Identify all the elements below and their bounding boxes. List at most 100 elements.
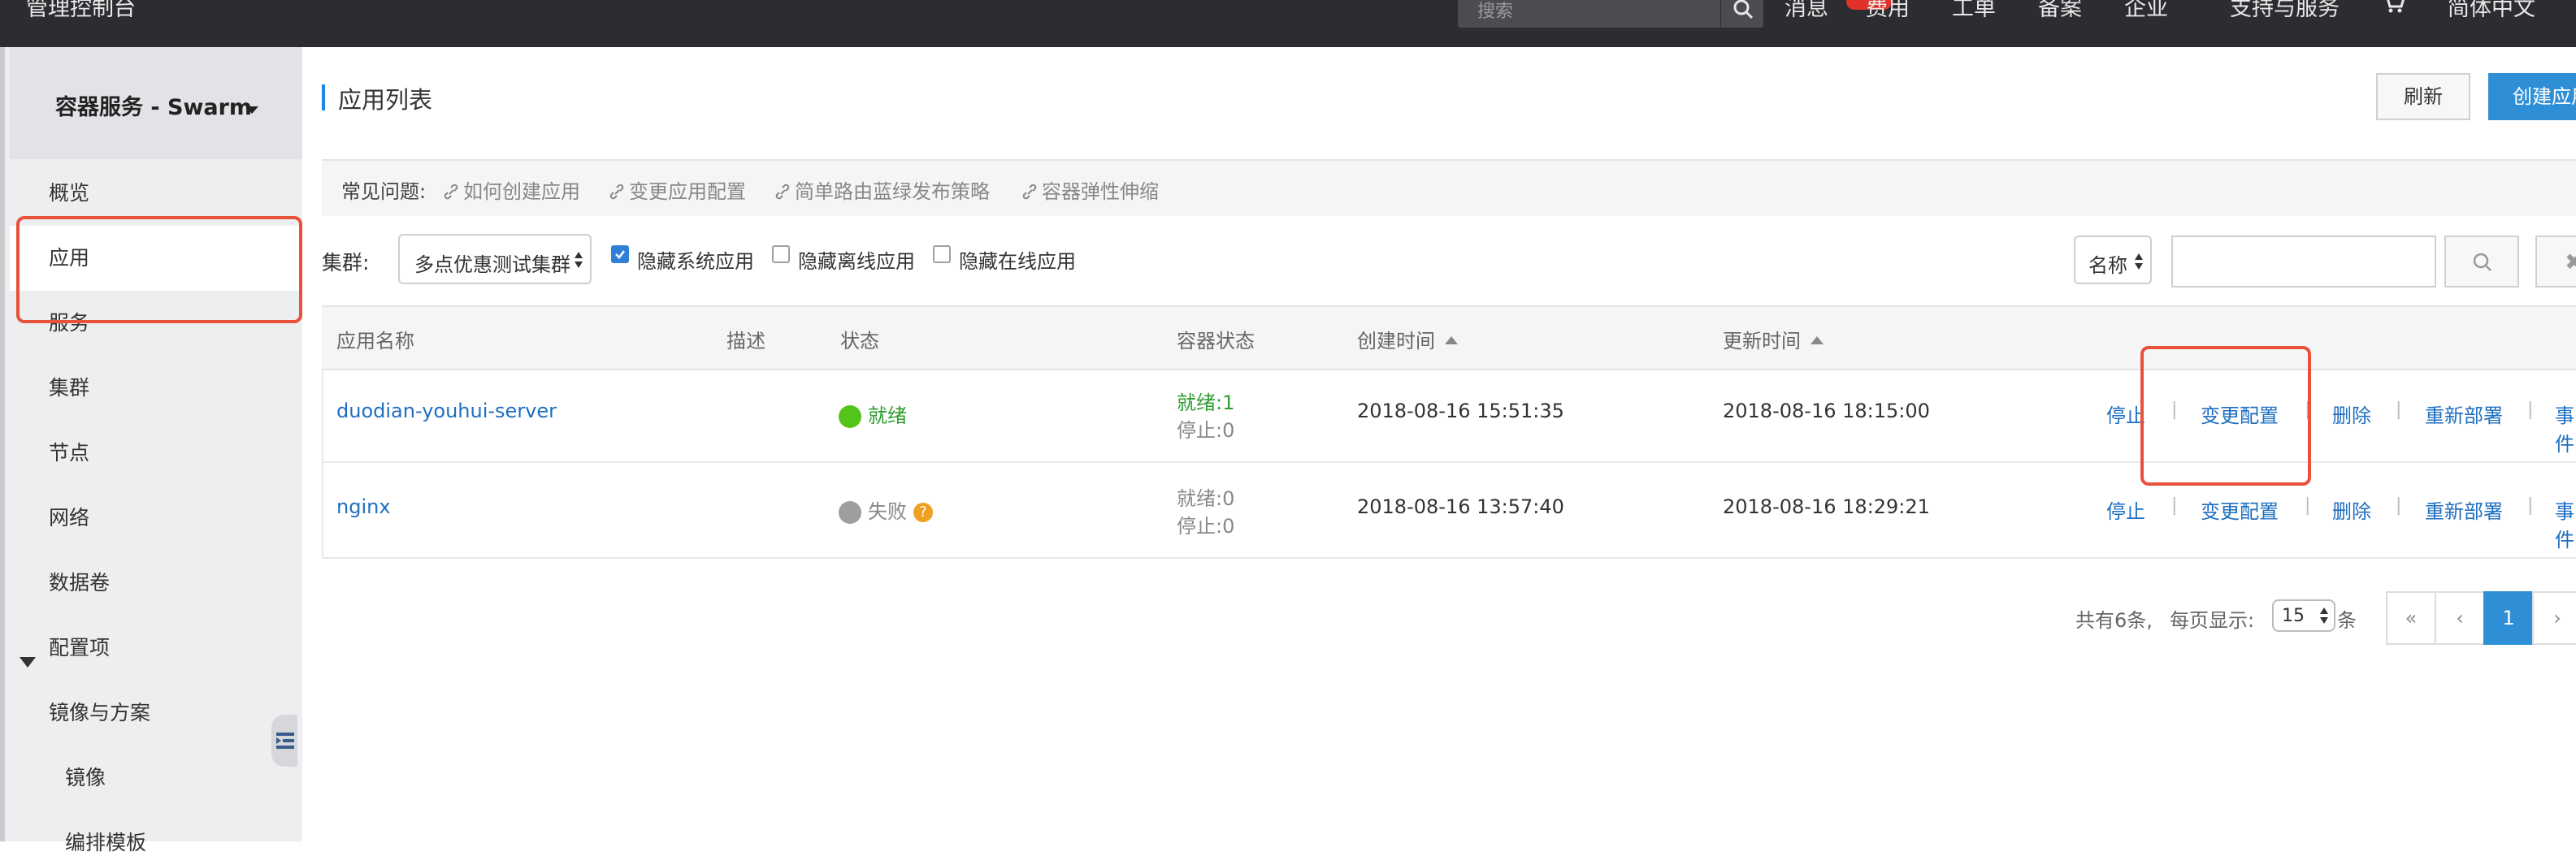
sidebar-group-images[interactable]: 镜像与方案	[49, 697, 150, 726]
sidebar-item-clusters[interactable]: 集群	[49, 372, 89, 401]
pagination-page-1[interactable]: 1	[2483, 591, 2534, 645]
action-separator: |	[2396, 495, 2402, 516]
action-redeploy[interactable]: 重新部署	[2425, 495, 2503, 524]
checkbox-hide-system-apps[interactable]	[611, 245, 629, 263]
sidebar: 容器服务 - Swarm	[0, 47, 302, 841]
close-icon: ✖	[2565, 249, 2576, 275]
checkbox-label-hide-offline[interactable]: 隐藏离线应用	[798, 245, 915, 274]
action-separator: |	[2171, 495, 2178, 516]
cart-icon[interactable]	[2381, 0, 2405, 18]
status-text: 就绪	[868, 404, 907, 427]
action-stop[interactable]: 停止	[2106, 400, 2145, 428]
pagination-first-button[interactable]: «	[2386, 591, 2436, 645]
create-application-button[interactable]: 创建应用	[2488, 73, 2576, 120]
select-arrows-icon	[2320, 607, 2328, 624]
link-icon	[1022, 184, 1037, 200]
pagination-next-button[interactable]: ›	[2532, 591, 2576, 645]
highlight-box-change-config	[2140, 346, 2311, 486]
column-header-created[interactable]: 创建时间	[1357, 325, 1458, 353]
nav-messages[interactable]: 消息	[1785, 0, 1828, 22]
highlight-box-applications	[16, 216, 302, 323]
column-header-updated[interactable]: 更新时间	[1723, 325, 1824, 353]
action-events[interactable]: 事件	[2555, 495, 2576, 552]
status-failed: 失败?	[839, 495, 933, 524]
faq-link-create-app[interactable]: 如何创建应用	[444, 175, 580, 204]
column-header-description: 描述	[726, 330, 765, 352]
pagination-prev-button[interactable]: ‹	[2435, 591, 2485, 645]
faq-link-blue-green[interactable]: 简单路由蓝绿发布策略	[775, 175, 990, 204]
app-name-link[interactable]: nginx	[336, 495, 391, 518]
faq-link-text: 变更应用配置	[629, 180, 746, 203]
sidebar-item-networks[interactable]: 网络	[49, 502, 89, 531]
refresh-button[interactable]: 刷新	[2376, 73, 2470, 120]
created-time: 2018-08-16 13:57:40	[1357, 495, 1564, 518]
column-header-created-label: 创建时间	[1357, 330, 1435, 352]
nav-billing[interactable]: 费用	[1866, 0, 1910, 22]
nav-icp-filing[interactable]: 备案	[2038, 0, 2082, 22]
app-search-button[interactable]	[2444, 236, 2519, 287]
faq-link-text: 简单路由蓝绿发布策略	[795, 180, 990, 203]
select-arrows-icon	[575, 252, 583, 268]
global-search-placeholder: 搜索	[1477, 2, 1514, 22]
checkbox-hide-offline-apps[interactable]	[772, 245, 790, 263]
action-delete[interactable]: 删除	[2332, 495, 2371, 524]
sidebar-item-overview[interactable]: 概览	[49, 177, 89, 206]
expand-triangle-icon[interactable]	[20, 656, 36, 672]
nav-language[interactable]: 简体中文	[2448, 0, 2535, 22]
action-stop[interactable]: 停止	[2106, 495, 2145, 524]
app-name-link[interactable]: duodian-youhui-server	[336, 400, 557, 422]
search-field-select[interactable]: 名称	[2074, 236, 2152, 284]
faq-link-autoscaling[interactable]: 容器弹性伸缩	[1022, 175, 1159, 204]
action-events[interactable]: 事件	[2555, 400, 2576, 456]
pagination-per-page-label: 每页显示:	[2170, 609, 2255, 632]
link-icon	[775, 184, 790, 200]
pagination-total: 共有6条,	[2075, 609, 2153, 632]
created-time: 2018-08-16 15:51:35	[1357, 400, 1564, 422]
action-change-config[interactable]: 变更配置	[2201, 495, 2279, 524]
container-stopped-count: 停止:0	[1177, 419, 1235, 442]
action-separator: |	[2527, 495, 2534, 516]
per-page-select[interactable]: 15	[2272, 599, 2335, 632]
app-search-input[interactable]	[2171, 236, 2436, 287]
checkbox-hide-online-apps[interactable]	[933, 245, 951, 263]
checkbox-label-hide-system[interactable]: 隐藏系统应用	[637, 245, 754, 274]
action-separator: |	[2527, 400, 2534, 420]
row-divider	[322, 557, 2576, 559]
per-page-unit: 条	[2337, 609, 2357, 632]
search-field-value: 名称	[2088, 254, 2127, 277]
action-redeploy[interactable]: 重新部署	[2425, 400, 2503, 428]
clear-search-button[interactable]: ✖	[2535, 236, 2576, 287]
container-ready-count: 就绪:1	[1177, 391, 1235, 414]
global-search[interactable]: 搜索	[1458, 0, 1763, 28]
help-icon[interactable]: ?	[913, 503, 933, 522]
cluster-select[interactable]: 多点优惠测试集群	[398, 234, 592, 284]
check-icon	[615, 250, 625, 259]
sidebar-header[interactable]: 容器服务 - Swarm	[10, 47, 302, 159]
nav-support[interactable]: 支持与服务	[2230, 0, 2340, 22]
sort-up-icon	[1445, 336, 1458, 344]
sort-up-icon	[1811, 336, 1824, 344]
container-ready-count: 就绪:0	[1177, 487, 1235, 510]
page-title: 应用列表	[338, 86, 433, 114]
sidebar-item-configs[interactable]: 配置项	[49, 632, 110, 661]
sidebar-item-images[interactable]: 镜像	[65, 762, 106, 791]
sidebar-collapse-handle[interactable]	[271, 715, 297, 767]
checkbox-label-hide-online[interactable]: 隐藏在线应用	[959, 245, 1076, 274]
nav-enterprise[interactable]: 企业	[2124, 0, 2168, 22]
faq-link-change-config[interactable]: 变更应用配置	[609, 175, 746, 204]
collapse-icon	[276, 733, 294, 749]
column-header-container-status: 容器状态	[1177, 330, 1255, 352]
sidebar-item-templates[interactable]: 编排模板	[65, 827, 146, 856]
action-separator: |	[2305, 495, 2311, 516]
action-delete[interactable]: 删除	[2332, 400, 2371, 428]
column-header-updated-label: 更新时间	[1723, 330, 1801, 352]
sidebar-item-volumes[interactable]: 数据卷	[49, 567, 110, 596]
console-brand[interactable]: 管理控制台	[26, 0, 136, 22]
action-separator: |	[2396, 400, 2402, 420]
sidebar-item-nodes[interactable]: 节点	[49, 437, 89, 466]
product-title: 容器服务 - Swarm	[55, 95, 253, 120]
search-icon[interactable]	[1720, 0, 1763, 28]
status-dot-failed	[839, 501, 861, 524]
nav-tickets[interactable]: 工单	[1952, 0, 1996, 22]
link-icon	[444, 184, 458, 200]
